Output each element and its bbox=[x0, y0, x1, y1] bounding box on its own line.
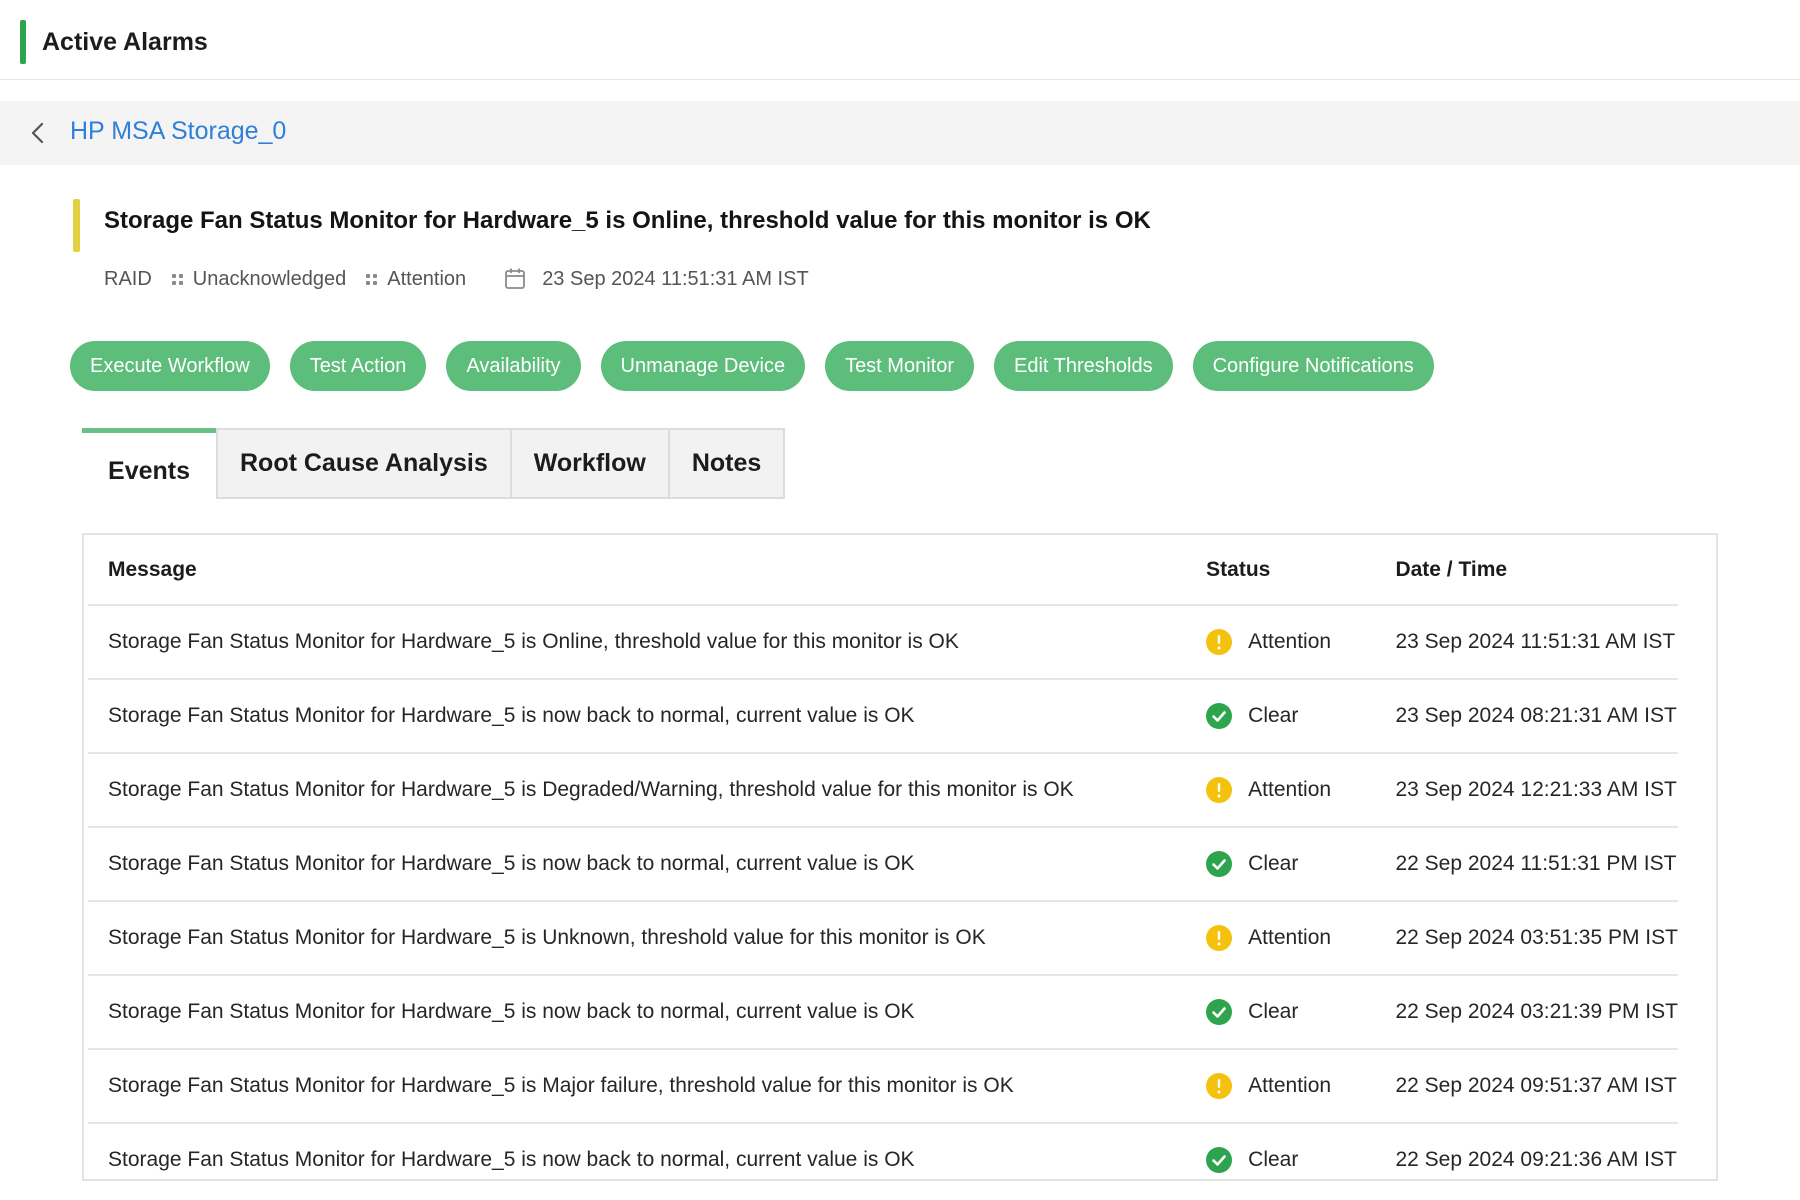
event-status: Attention bbox=[1206, 1049, 1396, 1124]
check-circle-icon bbox=[1206, 703, 1233, 729]
event-message: Storage Fan Status Monitor for Hardware_… bbox=[88, 827, 1207, 902]
table-row[interactable]: Storage Fan Status Monitor for Hardware_… bbox=[88, 605, 1678, 680]
exclamation-circle-icon bbox=[1206, 629, 1233, 655]
device-bar: HP MSA Storage_0 bbox=[0, 101, 1800, 165]
table-header-row: Message Status Date / Time bbox=[88, 535, 1678, 606]
table-row[interactable]: Storage Fan Status Monitor for Hardware_… bbox=[88, 1123, 1678, 1196]
event-status-label: Clear bbox=[1248, 704, 1299, 727]
event-date-time: 23 Sep 2024 12:21:33 AM IST bbox=[1395, 753, 1678, 828]
page-header: Active Alarms bbox=[0, 0, 1800, 80]
event-message: Storage Fan Status Monitor for Hardware_… bbox=[88, 605, 1207, 680]
event-date-time: 22 Sep 2024 09:21:36 AM IST bbox=[1395, 1148, 1677, 1171]
alarm-category: RAID bbox=[104, 267, 152, 290]
event-date-time: 22 Sep 2024 09:51:37 AM IST bbox=[1395, 1049, 1678, 1124]
event-status-label: Attention bbox=[1248, 778, 1332, 801]
table-row[interactable]: Storage Fan Status Monitor for Hardware_… bbox=[88, 975, 1678, 1050]
exclamation-circle-icon bbox=[1206, 925, 1233, 951]
check-circle-icon bbox=[1206, 851, 1233, 877]
tab-root-cause-analysis[interactable]: Root Cause Analysis bbox=[216, 428, 512, 499]
exclamation-circle-icon bbox=[1206, 1073, 1233, 1099]
table-row[interactable]: Storage Fan Status Monitor for Hardware_… bbox=[88, 901, 1678, 976]
event-status: Attention bbox=[1206, 901, 1396, 976]
availability-button[interactable]: Availability bbox=[446, 341, 581, 391]
status-cell: Clear bbox=[1206, 680, 1395, 752]
event-status: Clear bbox=[1206, 1123, 1395, 1196]
configure-notifications-button[interactable]: Configure Notifications bbox=[1192, 341, 1434, 391]
event-status: Clear bbox=[1206, 827, 1396, 902]
event-message: Storage Fan Status Monitor for Hardware_… bbox=[88, 753, 1207, 828]
table-row[interactable]: Storage Fan Status Monitor for Hardware_… bbox=[88, 827, 1678, 902]
alarm-meta: RAID Unacknowledged Attention 23 Sep 202… bbox=[104, 264, 809, 294]
event-status-label: Clear bbox=[1248, 1148, 1299, 1171]
alarm-severity: Attention bbox=[387, 267, 467, 290]
event-status-label: Clear bbox=[1248, 1000, 1299, 1023]
event-message: Storage Fan Status Monitor for Hardware_… bbox=[88, 901, 1207, 976]
event-status-label: Attention bbox=[1248, 1074, 1332, 1097]
event-status-label: Attention bbox=[1248, 630, 1332, 653]
status-cell: Clear bbox=[1206, 976, 1395, 1048]
alarm-severity-accent bbox=[73, 199, 80, 252]
event-date-time: 22 Sep 2024 11:51:31 PM IST bbox=[1395, 827, 1678, 902]
status-cell: Clear bbox=[1206, 828, 1395, 900]
chevron-left-icon[interactable] bbox=[24, 119, 52, 147]
status-cell: Attention bbox=[1206, 1050, 1395, 1122]
tab-notes[interactable]: Notes bbox=[669, 428, 786, 499]
event-message: Storage Fan Status Monitor for Hardware_… bbox=[88, 679, 1207, 754]
event-date-time: 23 Sep 2024 11:51:31 AM IST bbox=[1395, 605, 1678, 680]
exclamation-circle-icon bbox=[1206, 777, 1233, 803]
alarm-date: 23 Sep 2024 11:51:31 AM IST bbox=[542, 267, 809, 290]
check-circle-icon bbox=[1206, 1147, 1233, 1173]
column-header-message[interactable]: Message bbox=[88, 535, 1207, 606]
column-header-date-time[interactable]: Date / Time bbox=[1395, 535, 1678, 606]
drag-dots-icon bbox=[366, 273, 378, 285]
event-message: Storage Fan Status Monitor for Hardware_… bbox=[108, 1148, 915, 1171]
event-status: Clear bbox=[1206, 679, 1396, 754]
execute-workflow-button[interactable]: Execute Workflow bbox=[70, 341, 270, 391]
event-status: Attention bbox=[1206, 753, 1396, 828]
column-header-status[interactable]: Status bbox=[1206, 535, 1396, 606]
test-monitor-button[interactable]: Test Monitor bbox=[825, 341, 974, 391]
status-cell: Attention bbox=[1206, 754, 1395, 826]
detail-tabs: Events Root Cause Analysis Workflow Note… bbox=[82, 428, 786, 501]
alarm-title: Storage Fan Status Monitor for Hardware_… bbox=[104, 207, 1151, 234]
device-name-link[interactable]: HP MSA Storage_0 bbox=[70, 117, 286, 146]
events-table: Message Status Date / Time Storage Fan S… bbox=[82, 533, 1718, 1181]
event-date-time: 22 Sep 2024 03:51:35 PM IST bbox=[1395, 901, 1678, 976]
tab-events[interactable]: Events bbox=[82, 428, 216, 501]
event-message: Storage Fan Status Monitor for Hardware_… bbox=[88, 975, 1207, 1050]
status-cell: Attention bbox=[1206, 902, 1395, 974]
unmanage-device-button[interactable]: Unmanage Device bbox=[600, 341, 806, 391]
status-cell: Clear bbox=[1206, 1124, 1395, 1196]
table-row[interactable]: Storage Fan Status Monitor for Hardware_… bbox=[88, 753, 1678, 828]
calendar-icon bbox=[504, 267, 526, 291]
action-buttons: Execute Workflow Test Action Availabilit… bbox=[70, 341, 1434, 391]
event-status-label: Attention bbox=[1248, 926, 1332, 949]
alarm-ack-state: Unacknowledged bbox=[192, 267, 347, 290]
test-action-button[interactable]: Test Action bbox=[289, 341, 427, 391]
event-status: Clear bbox=[1206, 975, 1396, 1050]
event-message: Storage Fan Status Monitor for Hardware_… bbox=[88, 1049, 1207, 1124]
check-circle-icon bbox=[1206, 999, 1233, 1025]
table-row[interactable]: Storage Fan Status Monitor for Hardware_… bbox=[88, 679, 1678, 754]
event-status-label: Clear bbox=[1248, 852, 1299, 875]
table-row[interactable]: Storage Fan Status Monitor for Hardware_… bbox=[88, 1049, 1678, 1124]
event-date-time: 22 Sep 2024 03:21:39 PM IST bbox=[1395, 975, 1678, 1050]
event-status: Attention bbox=[1206, 605, 1396, 680]
edit-thresholds-button[interactable]: Edit Thresholds bbox=[994, 341, 1173, 391]
status-cell: Attention bbox=[1206, 606, 1395, 678]
event-date-time: 23 Sep 2024 08:21:31 AM IST bbox=[1395, 679, 1678, 754]
drag-dots-icon bbox=[171, 273, 183, 285]
tab-workflow[interactable]: Workflow bbox=[511, 428, 670, 499]
header-accent-bar bbox=[20, 20, 26, 64]
page-title: Active Alarms bbox=[42, 28, 208, 56]
